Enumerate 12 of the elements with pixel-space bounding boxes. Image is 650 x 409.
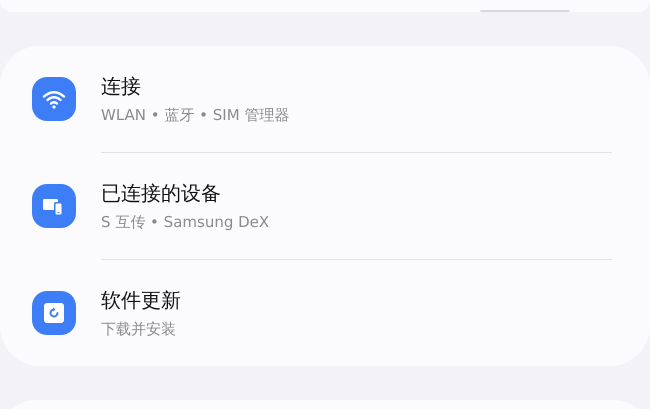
- item-title: 软件更新: [101, 287, 181, 314]
- wifi-icon: [32, 77, 76, 121]
- item-subtitle: S 互传 • Samsung DeX: [101, 212, 270, 233]
- settings-item[interactable]: 已连接的设备 S 互传 • Samsung DeX: [0, 153, 650, 259]
- item-subtitle: 下载并安装: [101, 319, 177, 340]
- update-icon: [32, 291, 76, 335]
- item-title: 已连接的设备: [101, 180, 222, 207]
- item-title: 连接: [101, 73, 142, 100]
- settings-item[interactable]: 软件更新 下载并安装: [0, 260, 650, 366]
- devices-icon: [32, 184, 76, 228]
- settings-item[interactable]: 连接 WLAN • 蓝牙 • SIM 管理器: [0, 46, 650, 152]
- item-subtitle: WLAN • 蓝牙 • SIM 管理器: [101, 105, 290, 126]
